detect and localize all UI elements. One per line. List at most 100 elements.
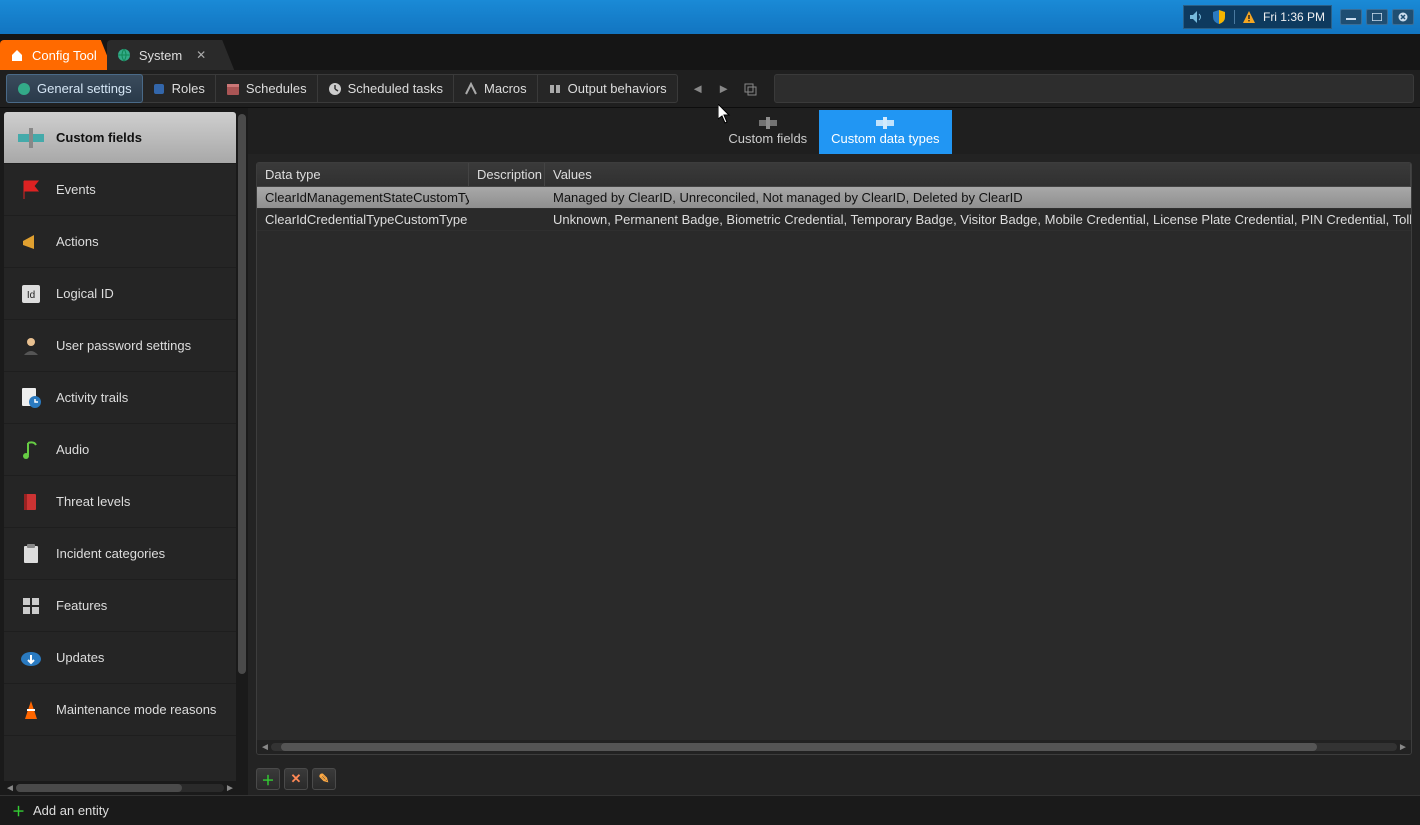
id-icon: Id	[18, 281, 44, 307]
nav-history: ◄ ►	[686, 74, 762, 103]
tab-label: Custom data types	[831, 131, 939, 146]
table-hscrollbar[interactable]: ◄ ►	[257, 740, 1411, 754]
sidebar-item-incident-categories[interactable]: Incident categories	[4, 528, 236, 580]
sidebar-item-threat-levels[interactable]: Threat levels	[4, 476, 236, 528]
sidebar-item-label: Audio	[56, 442, 89, 457]
scrollbar-track[interactable]	[16, 784, 224, 792]
home-icon	[10, 48, 24, 62]
statusbar: ＋ Add an entity	[0, 795, 1420, 825]
features-icon	[18, 593, 44, 619]
add-entity-icon[interactable]: ＋	[12, 801, 25, 820]
sidebar-vscrollbar[interactable]	[236, 108, 248, 795]
nav-macros[interactable]: Macros	[454, 75, 538, 102]
data-types-icon	[876, 117, 894, 129]
app-tabstrip: Config Tool System ✕	[0, 34, 1420, 70]
table-header: Data type Description Values	[257, 163, 1411, 187]
nav-label: Schedules	[246, 81, 307, 96]
content-pane: Custom fields Custom data types Data typ…	[248, 108, 1420, 795]
sidebar-item-label: Custom fields	[56, 130, 142, 145]
tab-config-tool[interactable]: Config Tool	[0, 40, 113, 70]
add-entity-label[interactable]: Add an entity	[33, 803, 109, 818]
svg-text:Id: Id	[27, 290, 35, 301]
copy-icon[interactable]	[738, 77, 762, 101]
sidebar-item-maintenance[interactable]: Maintenance mode reasons	[4, 684, 236, 736]
sidebar-item-label: Threat levels	[56, 494, 130, 509]
scroll-left-icon[interactable]: ◄	[4, 782, 16, 794]
nav-roles[interactable]: Roles	[142, 75, 216, 102]
close-icon[interactable]: ✕	[196, 48, 206, 62]
sidebar-item-label: Actions	[56, 234, 99, 249]
shield-icon[interactable]	[1212, 10, 1226, 24]
delete-button[interactable]: ✕	[284, 768, 308, 790]
volume-icon[interactable]	[1190, 11, 1204, 23]
calendar-icon	[226, 82, 240, 96]
scroll-left-icon[interactable]: ◄	[259, 742, 271, 753]
cloud-download-icon	[18, 645, 44, 671]
clock-icon	[328, 82, 342, 96]
document-clock-icon	[18, 385, 44, 411]
scrollbar-thumb[interactable]	[238, 114, 246, 674]
nav-general-settings[interactable]: General settings	[6, 74, 143, 103]
nav-toolbar: General settings Roles Schedules Schedul…	[0, 70, 1420, 108]
sidebar: Custom fields Events Actions Id Logical …	[4, 112, 236, 791]
col-values[interactable]: Values	[545, 163, 1411, 186]
clipboard-icon	[18, 541, 44, 567]
custom-fields-icon	[759, 117, 777, 129]
table-row[interactable]: ClearIdManagementStateCustomType Managed…	[257, 187, 1411, 209]
nav-label: Roles	[172, 81, 205, 96]
scroll-right-icon[interactable]: ►	[224, 782, 236, 794]
sidebar-item-features[interactable]: Features	[4, 580, 236, 632]
search-input[interactable]	[774, 74, 1414, 103]
tab-label: Config Tool	[32, 48, 97, 63]
nav-schedules[interactable]: Schedules	[216, 75, 318, 102]
sidebar-item-label: User password settings	[56, 338, 191, 353]
scrollbar-thumb[interactable]	[281, 743, 1317, 751]
tab-custom-fields[interactable]: Custom fields	[716, 110, 819, 154]
minimize-button[interactable]	[1340, 9, 1362, 25]
nav-label: General settings	[37, 81, 132, 96]
scroll-right-icon[interactable]: ►	[1397, 742, 1409, 753]
sidebar-item-actions[interactable]: Actions	[4, 216, 236, 268]
col-datatype[interactable]: Data type	[257, 163, 469, 186]
tab-system[interactable]: System ✕	[107, 40, 234, 70]
music-icon	[18, 437, 44, 463]
warning-icon[interactable]	[1243, 11, 1255, 23]
back-button[interactable]: ◄	[686, 77, 710, 101]
tab-label: System	[139, 48, 182, 63]
book-icon	[18, 489, 44, 515]
col-description[interactable]: Description	[469, 163, 545, 186]
system-tray: Fri 1:36 PM	[1183, 5, 1332, 29]
close-button[interactable]	[1392, 9, 1414, 25]
tab-label: Custom fields	[728, 131, 807, 146]
forward-button[interactable]: ►	[712, 77, 736, 101]
sidebar-item-password[interactable]: User password settings	[4, 320, 236, 372]
sidebar-item-updates[interactable]: Updates	[4, 632, 236, 684]
table-row[interactable]: ClearIdCredentialTypeCustomType Unknown,…	[257, 209, 1411, 231]
user-icon	[18, 333, 44, 359]
edit-button[interactable]: ✎	[312, 768, 336, 790]
cell-datatype: ClearIdCredentialTypeCustomType	[257, 212, 469, 227]
nav-output-behaviors[interactable]: Output behaviors	[538, 75, 677, 102]
flag-icon	[18, 177, 44, 203]
scrollbar-track[interactable]	[271, 743, 1397, 751]
sidebar-item-custom-fields[interactable]: Custom fields	[4, 112, 236, 164]
sidebar-item-label: Maintenance mode reasons	[56, 702, 216, 717]
nav-group-main: General settings Roles Schedules Schedul…	[6, 74, 678, 103]
tab-custom-data-types[interactable]: Custom data types	[819, 110, 951, 154]
globe-icon	[117, 48, 131, 62]
sidebar-item-audio[interactable]: Audio	[4, 424, 236, 476]
sidebar-item-activity-trails[interactable]: Activity trails	[4, 372, 236, 424]
roles-icon	[152, 82, 166, 96]
sidebar-item-label: Activity trails	[56, 390, 128, 405]
sidebar-hscrollbar[interactable]: ◄ ►	[4, 781, 236, 795]
scrollbar-thumb[interactable]	[16, 784, 182, 792]
os-titlebar: Fri 1:36 PM	[0, 0, 1420, 34]
add-button[interactable]: ＋	[256, 768, 280, 790]
nav-label: Macros	[484, 81, 527, 96]
sidebar-item-logical-id[interactable]: Id Logical ID	[4, 268, 236, 320]
cell-datatype: ClearIdManagementStateCustomType	[257, 190, 469, 205]
custom-fields-icon	[18, 125, 44, 151]
sidebar-item-events[interactable]: Events	[4, 164, 236, 216]
maximize-button[interactable]	[1366, 9, 1388, 25]
nav-scheduled-tasks[interactable]: Scheduled tasks	[318, 75, 454, 102]
